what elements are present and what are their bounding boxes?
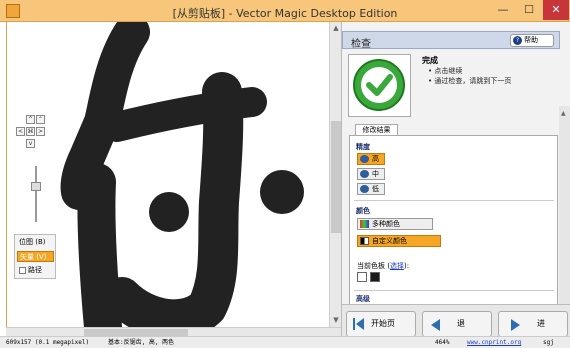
website-link[interactable]: www.cnprint.org xyxy=(467,337,521,348)
panel-scrollbar[interactable]: ▲ xyxy=(559,106,570,306)
first-page-icon xyxy=(353,318,364,330)
quality-title: 精度 xyxy=(356,143,370,151)
vertical-scroll-thumb[interactable] xyxy=(331,121,341,233)
zoom-track xyxy=(35,166,37,222)
divider xyxy=(354,200,554,201)
back-label: 退 xyxy=(457,319,465,328)
options-box: 精度 高 中 低 颜色 多种颜色 自定义颜色 当前色板 (选择): 高级 xyxy=(349,135,558,305)
quality-medium-button[interactable]: 中 xyxy=(357,168,385,180)
refresh-icon xyxy=(360,185,369,193)
minimize-button[interactable]: — xyxy=(490,0,516,20)
pan-right-button[interactable]: > xyxy=(36,127,45,136)
pan-down-button[interactable]: v xyxy=(26,139,35,148)
custom-color-label: 自定义颜色 xyxy=(372,237,407,245)
quality-high-label: 高 xyxy=(372,155,379,163)
panel-title: 检查 xyxy=(351,39,371,50)
window-title: [从剪贴板] - Vector Magic Desktop Edition xyxy=(172,7,398,20)
done-title: 完成 xyxy=(422,56,438,65)
panel-header: 检查 ? 帮助 xyxy=(342,31,560,50)
advanced-title: 高级 xyxy=(356,295,370,303)
pan-up-fast-button[interactable]: ⌃ xyxy=(36,115,45,124)
horizontal-scroll-thumb[interactable] xyxy=(84,329,188,336)
palette-label-text: 当前色板 xyxy=(357,262,385,270)
done-steps-list: 点击继续 通过检查，请跳到下一页 xyxy=(428,66,511,86)
swatch-black[interactable] xyxy=(370,272,380,282)
palette-label: 当前色板 (选择): xyxy=(357,262,410,270)
image-dimensions: 609x157 (0.1 megapixel) xyxy=(6,339,90,346)
review-panel: 检查 ?帮助 完成 点击继续 通过检查，请跳到下一页 ▲ 修改结果 精度 高 中… xyxy=(341,22,570,348)
title-bar: [从剪贴板] - Vector Magic Desktop Edition — … xyxy=(0,0,570,22)
back-button[interactable]: 退 xyxy=(422,311,492,337)
refresh-icon xyxy=(360,170,369,178)
pan-control: ^ ⌃ < ⌘ > v xyxy=(16,115,46,151)
view-path-option[interactable]: 路径 xyxy=(17,265,54,276)
user-name: sgj xyxy=(543,339,554,346)
canvas-horizontal-scrollbar[interactable] xyxy=(6,327,341,336)
palette-label-suffix: ): xyxy=(403,262,410,270)
view-bitmap-option[interactable]: 位图 (B) xyxy=(17,237,54,248)
traced-glyph xyxy=(60,22,304,327)
vector-preview-canvas[interactable]: ^ ⌃ < ⌘ > v 位图 (B) 矢量 (V) 路径 xyxy=(6,22,329,327)
pan-left-button[interactable]: < xyxy=(16,127,25,136)
help-label: 帮助 xyxy=(524,36,538,44)
quality-low-label: 低 xyxy=(372,185,379,193)
zoom-slider[interactable] xyxy=(31,166,41,222)
multicolor-icon xyxy=(360,220,369,228)
panel-scroll-up-icon[interactable]: ▲ xyxy=(561,110,566,117)
swatch-white[interactable] xyxy=(357,272,367,282)
close-button[interactable]: ✕ xyxy=(543,0,569,20)
forward-label: 进 xyxy=(537,319,545,328)
help-button[interactable]: ? 帮助 xyxy=(510,34,554,47)
help-icon: ? xyxy=(513,36,522,45)
start-page-label: 开始页 xyxy=(371,319,395,328)
zoom-level: 464% xyxy=(435,339,450,346)
forward-arrow-icon xyxy=(511,319,520,331)
checkmark-icon xyxy=(353,59,405,111)
zoom-handle[interactable] xyxy=(31,182,41,191)
multi-color-button[interactable]: 多种颜色 xyxy=(357,218,433,230)
canvas-vertical-scrollbar[interactable]: ▲ ▼ xyxy=(329,22,341,327)
done-step: 点击继续 xyxy=(428,66,511,76)
path-checkbox[interactable] xyxy=(19,266,26,274)
forward-button[interactable]: 进 xyxy=(498,311,568,337)
divider xyxy=(354,290,554,291)
quality-medium-label: 中 xyxy=(372,170,379,178)
custom-color-button[interactable]: 自定义颜色 xyxy=(357,235,441,247)
colors-title: 颜色 xyxy=(356,207,370,215)
pan-up-button[interactable]: ^ xyxy=(26,115,35,124)
trace-info: 基本:反锯齿, 高, 两色 xyxy=(108,339,175,346)
maximize-button[interactable]: ☐ xyxy=(516,0,542,20)
done-step: 通过检查，请跳到下一页 xyxy=(428,76,511,86)
quality-low-button[interactable]: 低 xyxy=(357,183,385,195)
scroll-down-icon[interactable]: ▼ xyxy=(332,316,340,324)
pan-center-button[interactable]: ⌘ xyxy=(26,127,35,136)
view-mode-panel: 位图 (B) 矢量 (V) 路径 xyxy=(14,234,56,279)
start-page-button[interactable]: 开始页 xyxy=(346,311,416,337)
done-checkmark-box xyxy=(348,54,411,117)
status-bar-right: 464% www.cnprint.org sgj xyxy=(341,336,570,348)
palette-choose-link[interactable]: 选择 xyxy=(390,262,404,270)
back-arrow-icon xyxy=(431,319,440,331)
multi-color-label: 多种颜色 xyxy=(372,220,400,228)
path-label: 路径 xyxy=(28,266,42,274)
view-vector-option[interactable]: 矢量 (V) xyxy=(17,251,54,262)
scroll-up-icon[interactable]: ▲ xyxy=(332,24,340,32)
custom-color-icon xyxy=(360,237,369,245)
refresh-icon xyxy=(360,155,369,163)
quality-high-button[interactable]: 高 xyxy=(357,153,385,165)
status-bar: 609x157 (0.1 megapixel) 基本:反锯齿, 高, 两色 xyxy=(0,336,341,348)
